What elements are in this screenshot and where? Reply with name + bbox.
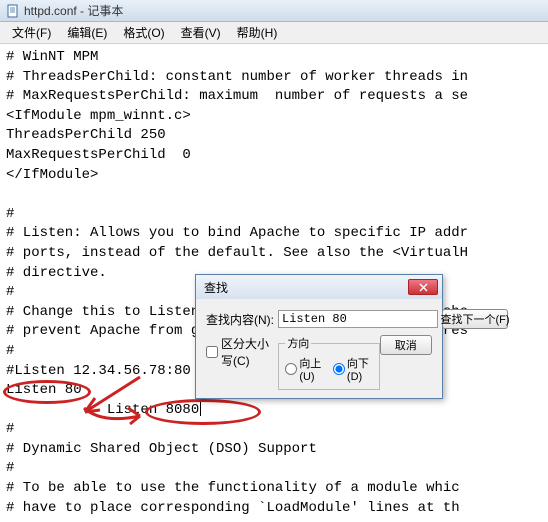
- radio-up[interactable]: [285, 363, 297, 375]
- find-next-button[interactable]: 查找下一个(F): [442, 309, 508, 329]
- menu-format[interactable]: 格式(O): [115, 22, 172, 43]
- menubar: 文件(F) 编辑(E) 格式(O) 查看(V) 帮助(H): [0, 22, 548, 44]
- menu-view[interactable]: 查看(V): [173, 22, 229, 43]
- titlebar: httpd.conf - 记事本: [0, 0, 548, 22]
- case-checkbox[interactable]: [206, 346, 218, 358]
- direction-legend: 方向: [285, 335, 311, 351]
- case-label: 区分大小写(C): [221, 335, 278, 369]
- find-dialog: 查找 查找内容(N): 查找下一个(F) 区分大小写(C) 方向 向上(U): [195, 274, 443, 399]
- find-label: 查找内容(N):: [206, 311, 274, 328]
- close-button[interactable]: [408, 279, 438, 295]
- menu-help[interactable]: 帮助(H): [229, 22, 286, 43]
- radio-down[interactable]: [333, 363, 345, 375]
- cancel-button[interactable]: 取消: [380, 335, 432, 355]
- dialog-titlebar[interactable]: 查找: [196, 275, 442, 299]
- text-cursor: [200, 402, 201, 416]
- radio-down-wrap[interactable]: 向下(D): [333, 355, 373, 383]
- radio-up-wrap[interactable]: 向上(U): [285, 355, 325, 383]
- close-icon: [419, 283, 428, 292]
- dialog-title: 查找: [204, 279, 228, 296]
- menu-file[interactable]: 文件(F): [4, 22, 59, 43]
- find-input[interactable]: [278, 310, 438, 328]
- editor-text-tail: # # Dynamic Shared Object (DSO) Support …: [6, 421, 460, 515]
- notepad-icon: [6, 4, 20, 18]
- menu-edit[interactable]: 编辑(E): [59, 22, 115, 43]
- radio-down-label: 向下(D): [347, 355, 373, 383]
- radio-up-label: 向上(U): [299, 355, 325, 383]
- dialog-body: 查找内容(N): 查找下一个(F) 区分大小写(C) 方向 向上(U) 向下(: [196, 299, 442, 398]
- window-title: httpd.conf - 记事本: [24, 2, 123, 19]
- case-checkbox-wrap[interactable]: 区分大小写(C): [206, 335, 278, 369]
- direction-fieldset: 方向 向上(U) 向下(D): [278, 335, 379, 390]
